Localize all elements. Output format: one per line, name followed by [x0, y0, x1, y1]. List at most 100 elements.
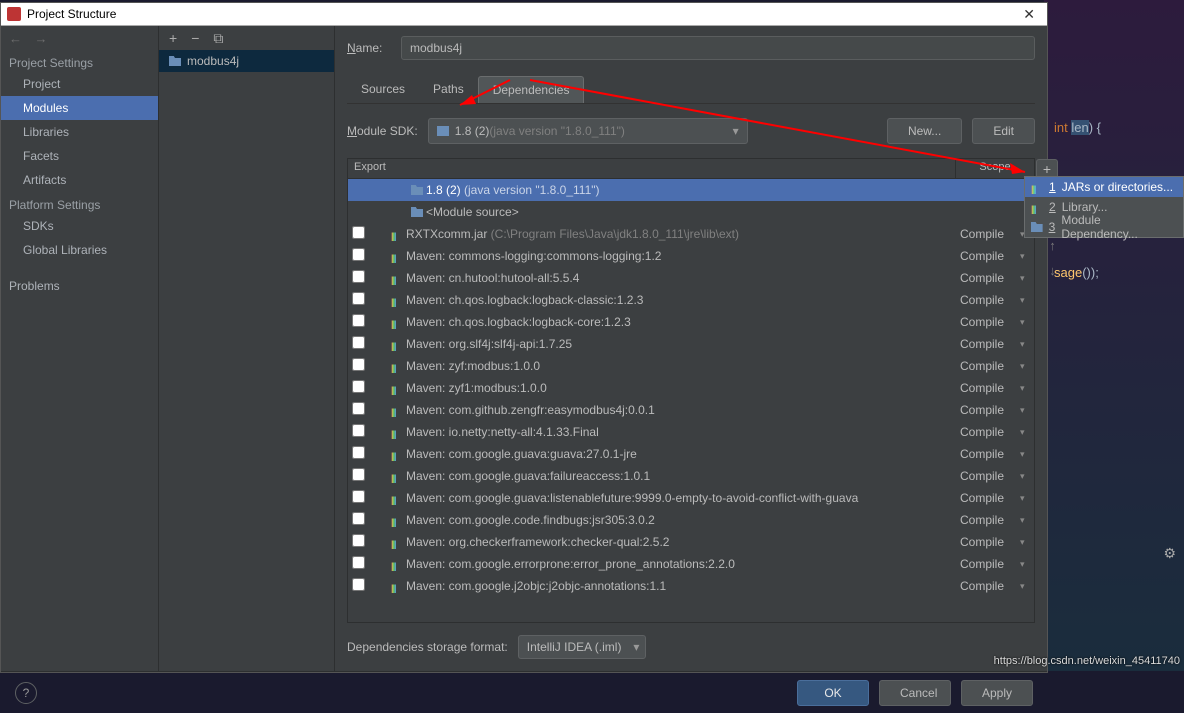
scope-value[interactable]: Compile [960, 535, 1020, 549]
tab-dependencies[interactable]: Dependencies [478, 76, 585, 103]
tab-paths[interactable]: Paths [419, 76, 478, 103]
scope-value[interactable]: Compile [960, 271, 1020, 285]
library-icon [391, 514, 403, 526]
chevron-down-icon: ▾ [1020, 537, 1034, 548]
dependency-row[interactable]: Maven: com.google.guava:guava:27.0.1-jre… [348, 443, 1034, 465]
popup-jars[interactable]: 1 JARs or directories... [1025, 177, 1183, 197]
dependency-row[interactable]: Maven: ch.qos.logback:logback-core:1.2.3… [348, 311, 1034, 333]
chevron-down-icon: ▾ [733, 124, 739, 138]
export-checkbox[interactable] [352, 226, 365, 239]
export-checkbox[interactable] [352, 380, 365, 393]
sidebar-item-global-libraries[interactable]: Global Libraries [1, 238, 158, 262]
scope-value[interactable]: Compile [960, 557, 1020, 571]
sidebar-item-artifacts[interactable]: Artifacts [1, 168, 158, 192]
section-platform-settings: Platform Settings [1, 192, 158, 214]
chevron-down-icon: ▾ [1020, 427, 1034, 438]
name-input[interactable] [401, 36, 1035, 60]
dependency-row[interactable]: RXTXcomm.jar (C:\Program Files\Java\jdk1… [348, 223, 1034, 245]
dependency-row[interactable]: Maven: com.google.guava:failureaccess:1.… [348, 465, 1034, 487]
scope-value[interactable]: Compile [960, 337, 1020, 351]
export-checkbox[interactable] [352, 336, 365, 349]
module-item[interactable]: modbus4j [159, 50, 334, 72]
tab-sources[interactable]: Sources [347, 76, 419, 103]
module-sdk-select[interactable]: 1.8 (2) (java version "1.8.0_111") ▾ [428, 118, 748, 144]
export-checkbox[interactable] [352, 248, 365, 261]
sidebar-item-project[interactable]: Project [1, 72, 158, 96]
storage-format-select[interactable]: IntelliJ IDEA (.iml)▾ [518, 635, 647, 659]
move-down-icon[interactable]: ↓ [1047, 263, 1058, 278]
dep-label: Maven: ch.qos.logback:logback-classic:1.… [406, 293, 960, 307]
chevron-down-icon: ▾ [1020, 317, 1034, 328]
export-checkbox[interactable] [352, 402, 365, 415]
dependency-row[interactable]: Maven: com.google.errorprone:error_prone… [348, 553, 1034, 575]
dependency-row[interactable]: Maven: commons-logging:commons-logging:1… [348, 245, 1034, 267]
dependency-row[interactable]: <Module source> [348, 201, 1034, 223]
cancel-button[interactable]: Cancel [879, 680, 951, 706]
scope-value[interactable]: Compile [960, 447, 1020, 461]
export-checkbox[interactable] [352, 314, 365, 327]
scope-value[interactable]: Compile [960, 249, 1020, 263]
export-checkbox[interactable] [352, 358, 365, 371]
dependency-row[interactable]: Maven: com.google.code.findbugs:jsr305:3… [348, 509, 1034, 531]
scope-value[interactable]: Compile [960, 315, 1020, 329]
dependency-row[interactable]: Maven: com.github.zengfr:easymodbus4j:0.… [348, 399, 1034, 421]
export-checkbox[interactable] [352, 468, 365, 481]
scope-value[interactable]: Compile [960, 403, 1020, 417]
scope-value[interactable]: Compile [960, 227, 1020, 241]
dependency-row[interactable]: 1.8 (2) (java version "1.8.0_111") [348, 179, 1034, 201]
dialog-buttons: ? OK Cancel Apply [1, 671, 1047, 713]
dependency-row[interactable]: Maven: io.netty:netty-all:4.1.33.FinalCo… [348, 421, 1034, 443]
forward-icon[interactable]: → [34, 31, 47, 46]
export-checkbox[interactable] [352, 556, 365, 569]
edit-sdk-button[interactable]: Edit [972, 118, 1035, 144]
export-checkbox[interactable] [352, 512, 365, 525]
close-icon[interactable]: ✕ [1017, 6, 1041, 23]
scope-value[interactable]: Compile [960, 491, 1020, 505]
scope-value[interactable]: Compile [960, 469, 1020, 483]
dependency-row[interactable]: Maven: cn.hutool:hutool-all:5.5.4Compile… [348, 267, 1034, 289]
popup-module-dep[interactable]: 3 Module Dependency... [1025, 217, 1183, 237]
scope-value[interactable]: Compile [960, 359, 1020, 373]
ok-button[interactable]: OK [797, 680, 869, 706]
export-checkbox[interactable] [352, 534, 365, 547]
scope-value[interactable]: Compile [960, 579, 1020, 593]
back-icon[interactable]: ← [9, 31, 22, 46]
settings-sidebar: ← → Project Settings Project Modules Lib… [1, 26, 159, 671]
new-sdk-button[interactable]: New... [887, 118, 962, 144]
sidebar-item-modules[interactable]: Modules [1, 96, 158, 120]
apply-button[interactable]: Apply [961, 680, 1033, 706]
sidebar-item-sdks[interactable]: SDKs [1, 214, 158, 238]
library-icon [391, 580, 403, 592]
scope-value[interactable]: Compile [960, 513, 1020, 527]
scope-value[interactable]: Compile [960, 381, 1020, 395]
dependency-row[interactable]: Maven: zyf:modbus:1.0.0Compile▾ [348, 355, 1034, 377]
export-checkbox[interactable] [352, 578, 365, 591]
library-icon [391, 272, 403, 284]
export-checkbox[interactable] [352, 292, 365, 305]
add-module-icon[interactable]: + [169, 30, 177, 46]
scope-value[interactable]: Compile [960, 293, 1020, 307]
dependency-row[interactable]: Maven: com.google.j2objc:j2objc-annotati… [348, 575, 1034, 597]
help-button[interactable]: ? [15, 682, 37, 704]
dependency-row[interactable]: Maven: ch.qos.logback:logback-classic:1.… [348, 289, 1034, 311]
dependency-row[interactable]: Maven: org.slf4j:slf4j-api:1.7.25Compile… [348, 333, 1034, 355]
titlebar: Project Structure ✕ [1, 3, 1047, 26]
library-icon [391, 404, 403, 416]
remove-module-icon[interactable]: − [191, 30, 199, 46]
sidebar-item-problems[interactable]: Problems [1, 274, 158, 298]
copy-module-icon[interactable]: ⧉ [213, 30, 223, 47]
gear-icon[interactable]: ⚙ [1163, 545, 1176, 562]
dependency-row[interactable]: Maven: org.checkerframework:checker-qual… [348, 531, 1034, 553]
move-up-icon[interactable]: ↑ [1047, 238, 1058, 253]
scope-value[interactable]: Compile [960, 425, 1020, 439]
export-checkbox[interactable] [352, 424, 365, 437]
export-checkbox[interactable] [352, 446, 365, 459]
sidebar-item-libraries[interactable]: Libraries [1, 120, 158, 144]
dependency-row[interactable]: Maven: com.google.guava:listenablefuture… [348, 487, 1034, 509]
export-checkbox[interactable] [352, 270, 365, 283]
export-checkbox[interactable] [352, 490, 365, 503]
dependency-row[interactable]: Maven: zyf1:modbus:1.0.0Compile▾ [348, 377, 1034, 399]
watermark: https://blog.csdn.net/weixin_45411740 [994, 655, 1180, 667]
module-sdk-label: Module SDK: [347, 124, 418, 138]
sidebar-item-facets[interactable]: Facets [1, 144, 158, 168]
